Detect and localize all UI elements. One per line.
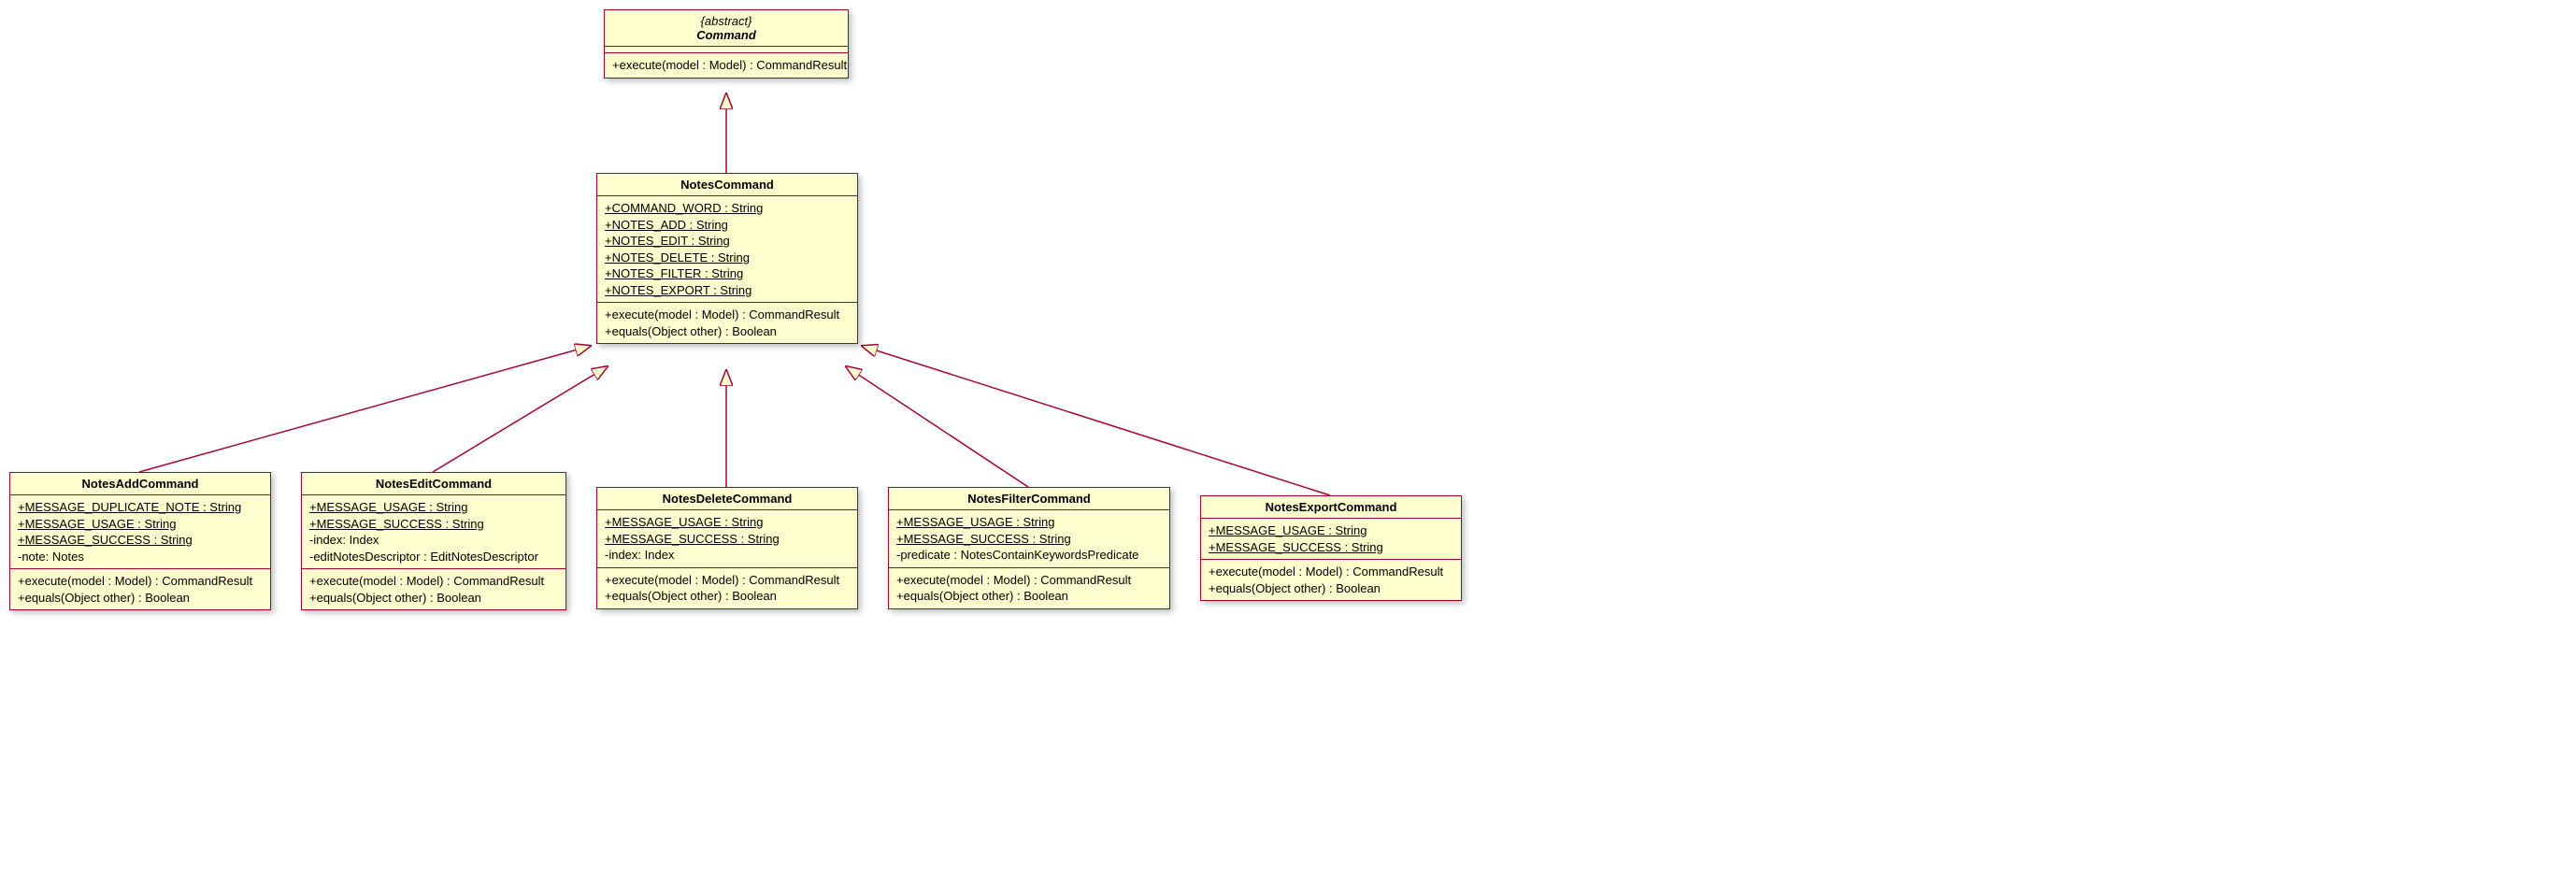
attribute: +NOTES_DELETE : String xyxy=(605,250,850,266)
attributes-section: +MESSAGE_USAGE : String +MESSAGE_SUCCESS… xyxy=(302,495,565,569)
attributes-section: +COMMAND_WORD : String +NOTES_ADD : Stri… xyxy=(597,196,857,303)
attribute: +NOTES_FILTER : String xyxy=(605,265,850,282)
operation: +execute(model : Model) : CommandResult xyxy=(1209,564,1453,580)
attribute: -index: Index xyxy=(309,532,558,549)
attribute: +MESSAGE_USAGE : String xyxy=(309,499,558,516)
attribute: +MESSAGE_USAGE : String xyxy=(896,514,1162,531)
edge-add-notescommand xyxy=(139,346,591,472)
attribute: +MESSAGE_DUPLICATE_NOTE : String xyxy=(18,499,263,516)
operation: +equals(Object other) : Boolean xyxy=(605,588,850,605)
attribute: +NOTES_ADD : String xyxy=(605,217,850,234)
class-name: NotesAddCommand xyxy=(82,477,199,491)
class-title: NotesFilterCommand xyxy=(889,488,1169,510)
operations-section: +execute(model : Model) : CommandResult … xyxy=(10,569,270,609)
class-notes-delete-command: NotesDeleteCommand +MESSAGE_USAGE : Stri… xyxy=(596,487,858,609)
operation: +equals(Object other) : Boolean xyxy=(18,590,263,607)
class-name: NotesCommand xyxy=(680,178,774,192)
operation: +equals(Object other) : Boolean xyxy=(1209,580,1453,597)
attribute: +MESSAGE_USAGE : String xyxy=(1209,522,1453,539)
attribute: -note: Notes xyxy=(18,549,263,565)
class-title: NotesAddCommand xyxy=(10,473,270,495)
attribute: +MESSAGE_SUCCESS : String xyxy=(18,532,263,549)
class-name: NotesEditCommand xyxy=(376,477,492,491)
edge-export-notescommand xyxy=(862,346,1330,495)
class-title: NotesDeleteCommand xyxy=(597,488,857,510)
attributes-section: +MESSAGE_USAGE : String +MESSAGE_SUCCESS… xyxy=(597,510,857,568)
class-notes-add-command: NotesAddCommand +MESSAGE_DUPLICATE_NOTE … xyxy=(9,472,271,610)
class-name: Command xyxy=(614,28,838,42)
operation: +equals(Object other) : Boolean xyxy=(309,590,558,607)
operation: +execute(model : Model) : CommandResult xyxy=(309,573,558,590)
attribute: -editNotesDescriptor : EditNotesDescript… xyxy=(309,549,558,565)
operations-section: +execute(model : Model) : CommandResult … xyxy=(302,569,565,609)
connectors-svg xyxy=(0,0,2576,872)
operation: +equals(Object other) : Boolean xyxy=(896,588,1162,605)
operation: +execute(model : Model) : CommandResult xyxy=(605,307,850,323)
attribute: +NOTES_EXPORT : String xyxy=(605,282,850,299)
attribute: +MESSAGE_SUCCESS : String xyxy=(309,516,558,533)
operation: +execute(model : Model) : CommandResult xyxy=(605,572,850,589)
attribute: -predicate : NotesContainKeywordsPredica… xyxy=(896,547,1162,564)
attribute: +MESSAGE_SUCCESS : String xyxy=(605,531,850,548)
class-title: NotesEditCommand xyxy=(302,473,565,495)
class-notes-command: NotesCommand +COMMAND_WORD : String +NOT… xyxy=(596,173,858,344)
attribute: +COMMAND_WORD : String xyxy=(605,200,850,217)
attribute: -index: Index xyxy=(605,547,850,564)
class-name: NotesDeleteCommand xyxy=(663,492,793,506)
attribute: +MESSAGE_USAGE : String xyxy=(18,516,263,533)
class-title-notes-command: NotesCommand xyxy=(597,174,857,196)
class-title-command: {abstract} Command xyxy=(605,10,848,47)
attribute: +MESSAGE_USAGE : String xyxy=(605,514,850,531)
class-notes-filter-command: NotesFilterCommand +MESSAGE_USAGE : Stri… xyxy=(888,487,1170,609)
class-name: NotesExportCommand xyxy=(1266,500,1397,514)
stereotype-label: {abstract} xyxy=(614,14,838,28)
operations-section: +execute(model : Model) : CommandResult xyxy=(605,53,848,78)
operations-section: +execute(model : Model) : CommandResult … xyxy=(1201,560,1461,600)
class-notes-export-command: NotesExportCommand +MESSAGE_USAGE : Stri… xyxy=(1200,495,1462,601)
attributes-section xyxy=(605,47,848,53)
operations-section: +execute(model : Model) : CommandResult … xyxy=(597,568,857,608)
attribute: +MESSAGE_SUCCESS : String xyxy=(1209,539,1453,556)
class-title: NotesExportCommand xyxy=(1201,496,1461,519)
attributes-section: +MESSAGE_USAGE : String +MESSAGE_SUCCESS… xyxy=(1201,519,1461,560)
class-notes-edit-command: NotesEditCommand +MESSAGE_USAGE : String… xyxy=(301,472,566,610)
attribute: +NOTES_EDIT : String xyxy=(605,233,850,250)
edge-filter-notescommand xyxy=(846,366,1028,487)
class-command: {abstract} Command +execute(model : Mode… xyxy=(604,9,849,79)
edge-edit-notescommand xyxy=(433,366,608,472)
operations-section: +execute(model : Model) : CommandResult … xyxy=(597,303,857,343)
attribute: +MESSAGE_SUCCESS : String xyxy=(896,531,1162,548)
attributes-section: +MESSAGE_DUPLICATE_NOTE : String +MESSAG… xyxy=(10,495,270,569)
operation: +execute(model : Model) : CommandResult xyxy=(612,57,840,74)
operations-section: +execute(model : Model) : CommandResult … xyxy=(889,568,1169,608)
operation: +execute(model : Model) : CommandResult xyxy=(18,573,263,590)
operation: +equals(Object other) : Boolean xyxy=(605,323,850,340)
operation: +execute(model : Model) : CommandResult xyxy=(896,572,1162,589)
class-name: NotesFilterCommand xyxy=(967,492,1090,506)
attributes-section: +MESSAGE_USAGE : String +MESSAGE_SUCCESS… xyxy=(889,510,1169,568)
